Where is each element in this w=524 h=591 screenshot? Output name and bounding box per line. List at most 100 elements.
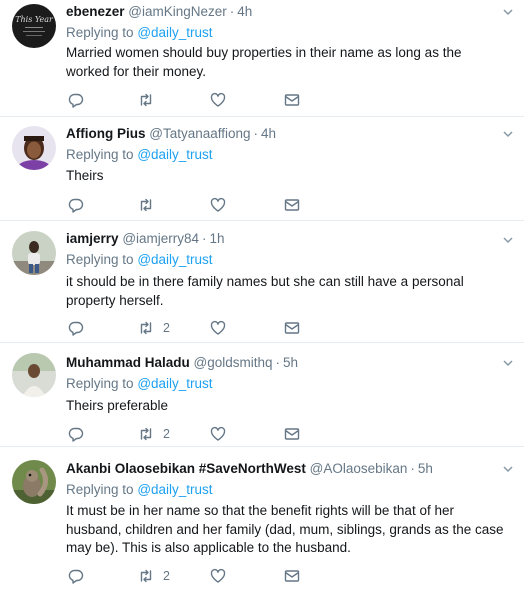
tweet-text: Theirs preferable [66,398,169,413]
like-button[interactable] [210,91,226,109]
replying-to: Replying to @daily_trust [66,24,213,42]
svg-text:This Year: This Year [15,15,54,24]
tweet-header: Muhammad Haladu @goldsmithq · 5h [66,354,494,372]
chevron-down-icon[interactable] [502,6,514,18]
tweet-header: ebenezer @iamKingNezer · 4h [66,3,494,21]
display-name[interactable]: Affiong Pius [66,126,146,141]
reply-icon [68,427,84,442]
replying-to: Replying to @daily_trust [66,481,213,499]
retweet-icon [140,93,152,107]
reply-icon [68,93,84,108]
tweet-2[interactable]: iamjerry @iamjerry84 · 1h Replying to @dai… [0,221,524,343]
direct-message-button[interactable] [284,567,300,585]
reply-icon [68,321,84,336]
replying-to-label: Replying to [66,252,134,267]
heart-icon [210,197,226,212]
chevron-down-icon[interactable] [502,234,514,246]
tweet-4[interactable]: Akanbi Olaosebikan #SaveNorthWest @AOlao… [0,447,524,591]
direct-message-button[interactable] [284,425,300,443]
retweet-button[interactable]: 2 [138,567,170,585]
separator-dot: · [229,4,235,19]
direct-message-button[interactable] [284,319,300,337]
replying-to-label: Replying to [66,376,134,391]
chevron-down-icon[interactable] [502,357,514,369]
reply-button[interactable] [68,425,84,443]
user-handle[interactable]: @iamjerry84 [122,231,199,246]
replying-to-link[interactable]: @daily_trust [137,25,212,40]
retweet-icon [140,198,152,212]
display-name[interactable]: iamjerry [66,231,119,246]
reply-feed: This Year ebenezer @iamKingNezer · 4h Repl… [0,0,524,591]
direct-message-button[interactable] [284,91,300,109]
like-button[interactable] [210,425,226,443]
replying-to-label: Replying to [66,482,134,497]
retweet-button[interactable] [138,196,163,214]
reply-icon [68,198,84,213]
retweet-icon [140,427,152,441]
retweet-count: 2 [163,569,170,583]
like-button[interactable] [210,319,226,337]
tweet-0[interactable]: This Year ebenezer @iamKingNezer · 4h Repl… [0,0,524,117]
heart-icon [210,426,226,441]
retweet-count: 2 [163,321,170,335]
retweet-button[interactable]: 2 [138,425,170,443]
timestamp[interactable]: 4h [261,126,276,141]
replying-to-label: Replying to [66,25,134,40]
retweet-button[interactable]: 2 [138,319,170,337]
display-name[interactable]: Akanbi Olaosebikan #SaveNorthWest [66,461,306,476]
reply-icon [68,569,84,584]
replying-to-link[interactable]: @daily_trust [137,376,212,391]
tweet-header: Akanbi Olaosebikan #SaveNorthWest @AOlao… [66,460,494,478]
retweet-count: 2 [163,427,170,441]
replying-to: Replying to @daily_trust [66,146,213,164]
avatar[interactable]: This Year [12,4,56,48]
separator-dot: · [253,126,259,141]
user-handle[interactable]: @AOlaosebikan [310,461,408,476]
envelope-icon [284,428,300,440]
chevron-down-icon[interactable] [502,128,514,140]
tweet-1[interactable]: Affiong Pius @Tatyanaaffiong · 4h Replying… [0,117,524,221]
avatar[interactable] [12,460,56,504]
replying-to: Replying to @daily_trust [66,251,213,269]
user-handle[interactable]: @iamKingNezer [128,4,227,19]
tweet-text: it should be in there family names but s… [66,274,464,308]
reply-button[interactable] [68,567,84,585]
user-handle[interactable]: @Tatyanaaffiong [149,126,250,141]
reply-button[interactable] [68,196,84,214]
heart-icon [210,568,226,583]
tweet-text: It must be in her name so that the benef… [66,503,504,555]
reply-button[interactable] [68,319,84,337]
avatar[interactable] [12,353,56,397]
envelope-icon [284,199,300,211]
tweet-header: Affiong Pius @Tatyanaaffiong · 4h [66,125,494,143]
separator-dot: · [275,355,281,370]
chevron-down-icon[interactable] [502,463,514,475]
avatar[interactable] [12,126,56,170]
like-button[interactable] [210,567,226,585]
tweet-3[interactable]: Muhammad Haladu @goldsmithq · 5h Replying … [0,343,524,447]
replying-to-link[interactable]: @daily_trust [137,147,212,162]
retweet-button[interactable] [138,91,163,109]
replying-to-link[interactable]: @daily_trust [137,252,212,267]
like-button[interactable] [210,196,226,214]
display-name[interactable]: Muhammad Haladu [66,355,190,370]
tweet-text: Married women should buy properties in t… [66,45,462,79]
heart-icon [210,320,226,335]
timestamp[interactable]: 4h [237,4,252,19]
tweet-text: Theirs [66,168,104,183]
timestamp[interactable]: 5h [283,355,298,370]
timestamp[interactable]: 5h [418,461,433,476]
timestamp[interactable]: 1h [210,231,225,246]
direct-message-button[interactable] [284,196,300,214]
reply-button[interactable] [68,91,84,109]
heart-icon [210,92,226,107]
tweet-header: iamjerry @iamjerry84 · 1h [66,230,494,248]
avatar[interactable] [12,231,56,275]
user-handle[interactable]: @goldsmithq [194,355,273,370]
replying-to-label: Replying to [66,147,134,162]
separator-dot: · [202,231,207,246]
envelope-icon [284,322,300,334]
display-name[interactable]: ebenezer [66,4,125,19]
retweet-icon [140,569,152,583]
replying-to-link[interactable]: @daily_trust [137,482,212,497]
